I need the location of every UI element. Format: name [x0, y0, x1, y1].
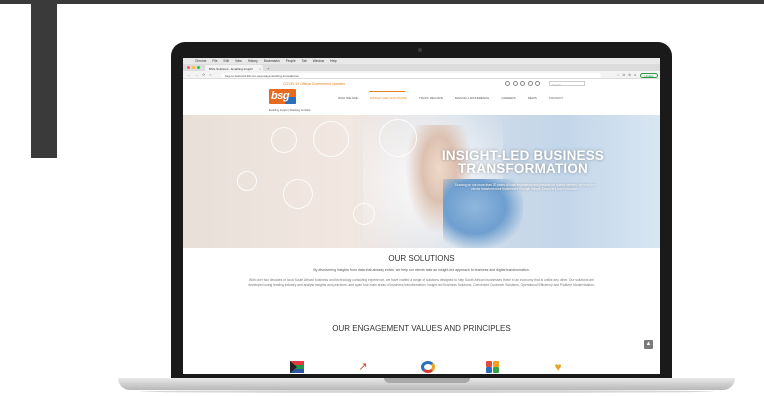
close-window-icon[interactable]: [187, 66, 190, 69]
nav-careers[interactable]: CAREERS: [501, 96, 516, 100]
extension-icon[interactable]: ⧉: [623, 73, 625, 77]
hero-bubble: [271, 127, 297, 153]
menu-item-help[interactable]: Help: [330, 59, 337, 63]
site-search-input[interactable]: Search: [549, 81, 585, 87]
menu-item-history[interactable]: History: [248, 59, 258, 63]
hero-description: Drawing on our more than 20 years of loc…: [454, 183, 596, 192]
decorative-block: [31, 0, 57, 158]
home-icon[interactable]: ⌂: [209, 73, 211, 77]
tab-strip: BSG Solutions - Enabling Insight × +: [183, 64, 660, 71]
reload-icon[interactable]: ⟳: [202, 73, 205, 77]
twitter-icon[interactable]: [512, 81, 518, 86]
menu-item-chrome[interactable]: Chrome: [195, 59, 206, 63]
hero-bubble: [313, 121, 349, 157]
nav-track-record[interactable]: TRACK RECORD: [419, 96, 443, 100]
south-africa-flag-icon: [290, 361, 304, 373]
nav-making-a-difference[interactable]: MAKING A DIFFERENCE: [455, 96, 489, 100]
forward-icon[interactable]: →: [195, 73, 199, 77]
logo-text: bsg: [271, 90, 290, 102]
menu-item-view[interactable]: View: [235, 59, 242, 63]
tab-title: BSG Solutions - Enabling Insight: [209, 66, 253, 71]
nav-news[interactable]: NEWS: [528, 96, 537, 100]
minimize-window-icon[interactable]: [192, 66, 195, 69]
hero-bubble: [379, 119, 417, 157]
camera-icon: [418, 48, 422, 52]
update-button[interactable]: Update: [640, 72, 658, 78]
top-band: [0, 0, 764, 4]
extension-icons: ☆ ⧉ ⊕ ●: [617, 73, 636, 77]
youtube-icon[interactable]: [535, 81, 540, 86]
linkedin-icon[interactable]: [520, 81, 525, 86]
window-controls: [187, 66, 200, 69]
url-input[interactable]: bsg.co.za/covid-19/ our-new-ways-working…: [221, 72, 601, 78]
close-icon[interactable]: ×: [259, 67, 261, 71]
hero-bubble: [237, 171, 257, 191]
ring-icon: [421, 361, 435, 373]
nav-who-we-are[interactable]: WHO WE ARE: [338, 96, 358, 100]
puzzle-icon: [486, 361, 500, 373]
site-header: COVID-19 Official Government Updates Sea…: [183, 79, 660, 115]
laptop-notch: [384, 378, 470, 383]
facebook-icon[interactable]: [505, 81, 510, 86]
hero-headline-line2: TRANSFORMATION: [457, 161, 589, 176]
menu-item-people[interactable]: People: [286, 59, 296, 63]
address-bar-row: ← → ⟳ ⌂ bsg.co.za/covid-19/ our-new-ways…: [183, 71, 660, 79]
hero-headline: INSIGHT-LED BUSINESS TRANSFORMATION: [423, 149, 623, 176]
nav-insight-led-solutions[interactable]: INSIGHT-LED SOLUTIONS: [370, 96, 407, 100]
maximize-window-icon[interactable]: [197, 66, 200, 69]
social-icons: [505, 81, 540, 86]
values-title: OUR ENGAGEMENT VALUES AND PRINCIPLES: [332, 324, 511, 333]
instagram-icon[interactable]: [527, 81, 533, 86]
menu-item-window[interactable]: Window: [313, 59, 324, 63]
main-nav: WHO WE ARE INSIGHT-LED SOLUTIONS TRACK R…: [338, 96, 563, 100]
bsg-logo[interactable]: bsg: [269, 89, 296, 107]
add-extension-icon[interactable]: ⊕: [628, 73, 631, 77]
growth-graph-icon: ↗: [358, 361, 368, 373]
hero-banner: INSIGHT-LED BUSINESS TRANSFORMATION Draw…: [183, 115, 660, 248]
menu-item-tab[interactable]: Tab: [302, 59, 307, 63]
back-icon[interactable]: ←: [187, 73, 191, 77]
hero-bubble: [283, 179, 313, 209]
nav-buttons: ← → ⟳ ⌂: [187, 73, 211, 77]
menu-item-bookmarks[interactable]: Bookmarks: [264, 59, 280, 63]
hero-bubble: [353, 203, 375, 225]
bookmark-star-icon[interactable]: ☆: [617, 73, 620, 77]
new-tab-icon[interactable]: +: [267, 66, 269, 71]
site-tagline: Enabling Insight | Realising Ambition: [269, 109, 311, 112]
profile-avatar-icon[interactable]: ●: [634, 73, 636, 77]
solutions-title: OUR SOLUTIONS: [388, 254, 455, 263]
active-nav-underline: [369, 91, 405, 92]
laptop-base: [118, 378, 735, 390]
values-icons-row: ↗ ♥: [183, 361, 660, 374]
laptop-shadow: [140, 390, 714, 393]
nav-contact[interactable]: CONTACT: [549, 96, 563, 100]
solutions-body: With over two decades of local South Afr…: [248, 278, 595, 287]
heart-icon: ♥: [554, 360, 562, 374]
covid-updates-link[interactable]: COVID-19 Official Government Updates: [283, 82, 345, 86]
menu-item-file[interactable]: File: [212, 59, 217, 63]
laptop-lid: Chrome File Edit View History Bookmarks …: [171, 42, 672, 380]
menu-item-edit[interactable]: Edit: [223, 59, 229, 63]
scroll-top-button[interactable]: ▲: [644, 340, 653, 349]
solutions-lead: By discovering insights from data that a…: [313, 268, 530, 272]
laptop-screen: Chrome File Edit View History Bookmarks …: [183, 58, 660, 374]
